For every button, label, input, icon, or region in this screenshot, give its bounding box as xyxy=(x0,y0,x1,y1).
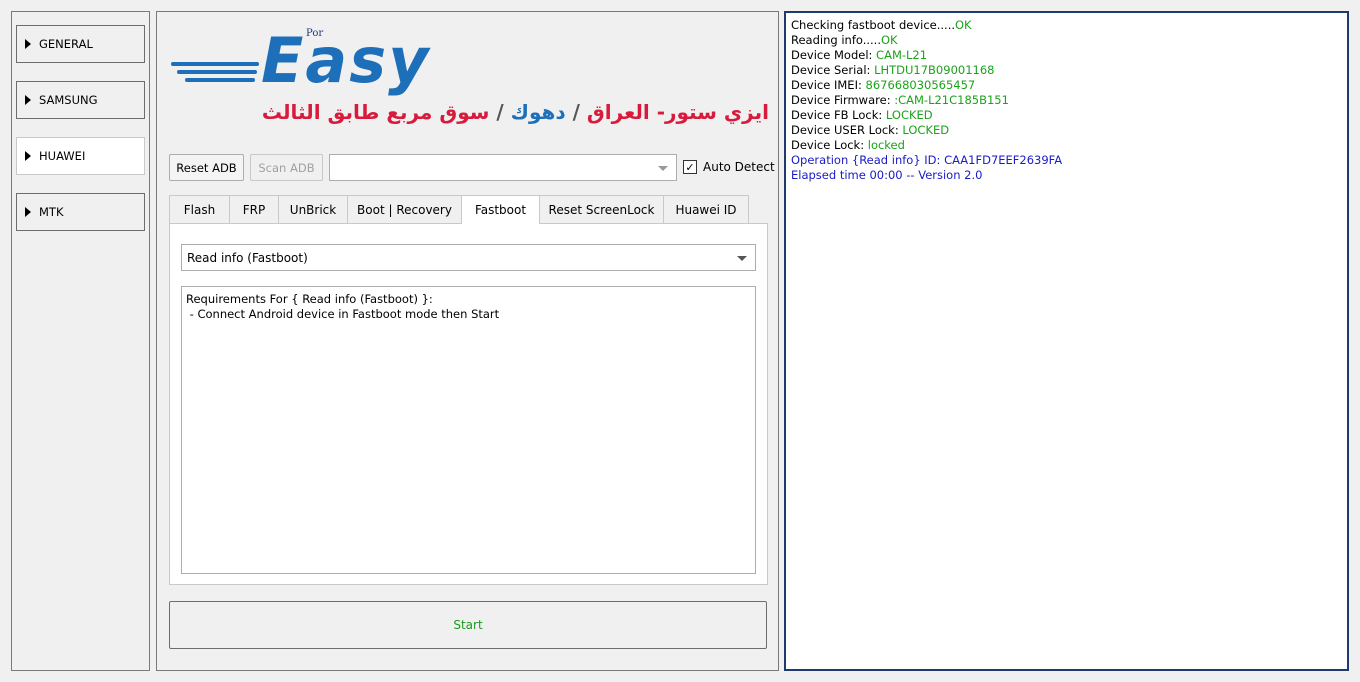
tab-bar: Flash FRP UnBrick Boot | Recovery Fastbo… xyxy=(169,195,749,224)
category-label: MTK xyxy=(39,205,64,219)
log-value: OK xyxy=(880,33,898,47)
logo-arabic-part1: ايزي ستور- العراق xyxy=(586,100,769,124)
category-label: GENERAL xyxy=(39,37,93,51)
log-line: Device FB Lock: LOCKED xyxy=(791,108,1342,123)
category-samsung-button[interactable]: SAMSUNG xyxy=(16,81,145,119)
tab-flash[interactable]: Flash xyxy=(169,195,230,223)
logo-arabic-part3: سوق مربع طابق الثالث xyxy=(261,100,490,124)
category-panel: GENERAL SAMSUNG HUAWEI MTK xyxy=(11,11,150,671)
tab-unbrick[interactable]: UnBrick xyxy=(278,195,348,223)
log-output-panel[interactable]: Checking fastboot device.....OK Reading … xyxy=(784,11,1349,671)
category-mtk-button[interactable]: MTK xyxy=(16,193,145,231)
fastboot-tab-content: Read info (Fastboot) Requirements For { … xyxy=(169,223,768,585)
log-label: Device Firmware: xyxy=(791,93,895,107)
auto-detect-label: Auto Detect xyxy=(703,160,775,174)
scan-adb-button[interactable]: Scan ADB xyxy=(250,154,323,181)
main-panel: Por Easy ايزي ستور- العراق / دهوك / سوق … xyxy=(156,11,779,671)
auto-detect-checkbox[interactable]: ✓ Auto Detect xyxy=(683,160,775,174)
logo-arabic-sep2: / xyxy=(496,100,504,124)
log-value: LOCKED xyxy=(902,123,950,137)
log-value: OK xyxy=(955,18,972,32)
speed-lines-graphic xyxy=(171,62,259,86)
category-general-button[interactable]: GENERAL xyxy=(16,25,145,63)
tab-huawei-id[interactable]: Huawei ID xyxy=(663,195,749,223)
log-line: Device USER Lock: LOCKED xyxy=(791,123,1342,138)
logo-arabic-text: ايزي ستور- العراق / دهوك / سوق مربع طابق… xyxy=(262,100,769,124)
log-value: locked xyxy=(867,138,905,152)
reset-adb-button[interactable]: Reset ADB xyxy=(169,154,244,181)
logo-arabic-part2: دهوك xyxy=(510,100,566,124)
log-label: Device USER Lock: xyxy=(791,123,903,137)
log-value: LHTDU17B09001168 xyxy=(874,63,995,77)
tab-fastboot[interactable]: Fastboot xyxy=(461,195,540,224)
logo-arabic-sep1: / xyxy=(572,100,580,124)
log-value: 867668030565457 xyxy=(865,78,976,92)
log-value: CAM-L21 xyxy=(876,48,928,62)
operation-select-value: Read info (Fastboot) xyxy=(187,250,308,265)
tab-boot-recovery[interactable]: Boot | Recovery xyxy=(347,195,462,223)
start-button[interactable]: Start xyxy=(169,601,767,649)
log-line-elapsed-time: Elapsed time 00:00 -- Version 2.0 xyxy=(791,168,983,182)
expand-arrow-icon xyxy=(25,39,31,49)
log-line: Device IMEI: 867668030565457 xyxy=(791,78,1342,93)
expand-arrow-icon xyxy=(25,95,31,105)
log-line: Device Lock: locked xyxy=(791,138,1342,153)
chevron-down-icon xyxy=(658,166,668,171)
category-label: HUAWEI xyxy=(39,149,86,163)
requirements-line: Requirements For { Read info (Fastboot) … xyxy=(186,292,433,306)
chevron-down-icon xyxy=(737,256,747,261)
device-select[interactable] xyxy=(329,154,677,181)
logo-main-text: Easy xyxy=(261,24,431,97)
log-label: Checking fastboot device..... xyxy=(791,18,955,32)
category-huawei-button[interactable]: HUAWEI xyxy=(16,137,145,175)
category-label: SAMSUNG xyxy=(39,93,98,107)
log-line: Device Firmware: :CAM-L21C185B151 xyxy=(791,93,1342,108)
expand-arrow-icon xyxy=(25,207,31,217)
log-line-operation-id: Operation {Read info} ID: CAA1FD7EEF2639… xyxy=(791,153,1063,167)
log-line: Reading info.....OK xyxy=(791,33,1342,48)
log-value: LOCKED xyxy=(885,108,933,122)
tab-frp[interactable]: FRP xyxy=(229,195,279,223)
log-line: Device Serial: LHTDU17B09001168 xyxy=(791,63,1342,78)
brand-logo: Por Easy ايزي ستور- العراق / دهوك / سوق … xyxy=(171,24,771,126)
log-line: Device Model: CAM-L21 xyxy=(791,48,1342,63)
log-value: :CAM-L21C185B151 xyxy=(894,93,1009,107)
requirements-line: - Connect Android device in Fastboot mod… xyxy=(186,307,500,321)
tab-reset-screenlock[interactable]: Reset ScreenLock xyxy=(539,195,664,223)
log-line: Checking fastboot device.....OK xyxy=(791,18,1342,33)
log-label: Device Serial: xyxy=(791,63,875,77)
log-label: Device Model: xyxy=(791,48,877,62)
operation-select[interactable]: Read info (Fastboot) xyxy=(181,244,756,271)
log-label: Device IMEI: xyxy=(791,78,866,92)
checkbox-checked-icon[interactable]: ✓ xyxy=(683,160,697,174)
log-label: Device Lock: xyxy=(791,138,868,152)
requirements-textbox[interactable]: Requirements For { Read info (Fastboot) … xyxy=(181,286,756,574)
log-label: Reading info..... xyxy=(791,33,881,47)
log-label: Device FB Lock: xyxy=(791,108,886,122)
expand-arrow-icon xyxy=(25,151,31,161)
